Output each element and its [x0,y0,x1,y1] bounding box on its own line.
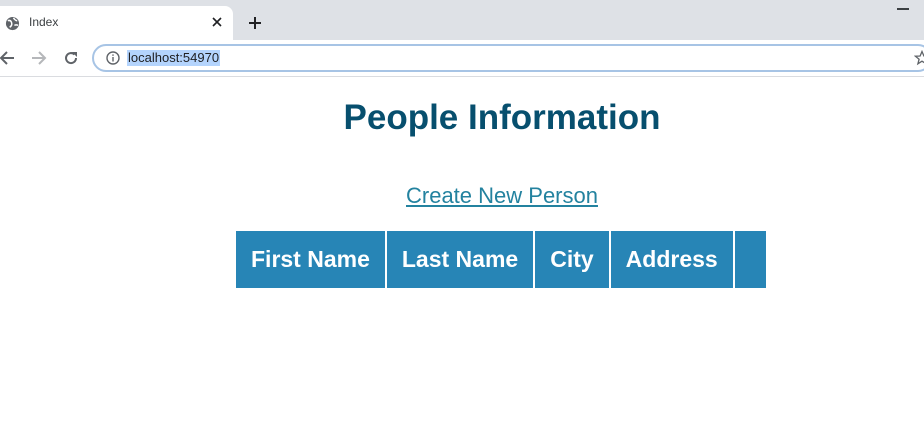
browser-toolbar: localhost:54970 [0,40,924,77]
column-header-first-name: First Name [236,231,387,288]
tab-title: Index [29,15,59,29]
column-header-actions [734,231,766,288]
globe-icon [5,16,20,31]
forward-arrow-icon[interactable] [28,47,50,69]
info-icon[interactable] [106,51,120,65]
tab-strip: Index [0,0,924,40]
url-text[interactable]: localhost:54970 [127,50,221,66]
reload-icon[interactable] [60,47,82,69]
column-header-last-name: Last Name [386,231,536,288]
create-new-person-link[interactable]: Create New Person [406,183,598,209]
column-header-address: Address [610,231,735,288]
star-icon[interactable] [914,50,924,66]
plus-icon[interactable] [244,12,266,34]
minimize-icon[interactable] [897,8,909,10]
table-header-row: First Name Last Name City Address [236,231,766,288]
close-icon[interactable] [208,13,226,31]
address-bar[interactable]: localhost:54970 [92,44,924,72]
column-header-city: City [535,231,611,288]
page-title: People Information [343,98,661,137]
back-arrow-icon[interactable] [0,47,18,69]
browser-tab[interactable]: Index [0,6,233,40]
people-table: First Name Last Name City Address [236,231,766,288]
